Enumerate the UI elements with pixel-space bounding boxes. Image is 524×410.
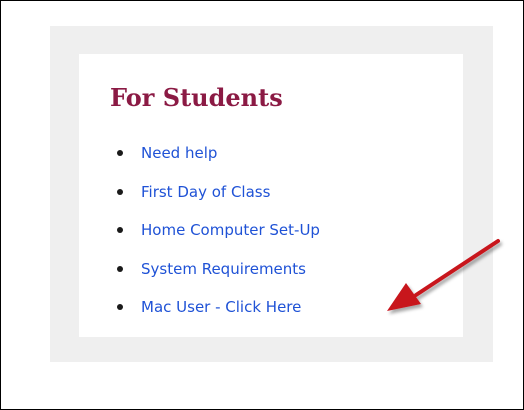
arrow-shaft xyxy=(414,239,500,297)
screenshot-frame: For Students Need help First Day of Clas… xyxy=(0,0,524,410)
red-arrow-icon xyxy=(387,239,500,311)
arrow-head xyxy=(387,283,421,311)
